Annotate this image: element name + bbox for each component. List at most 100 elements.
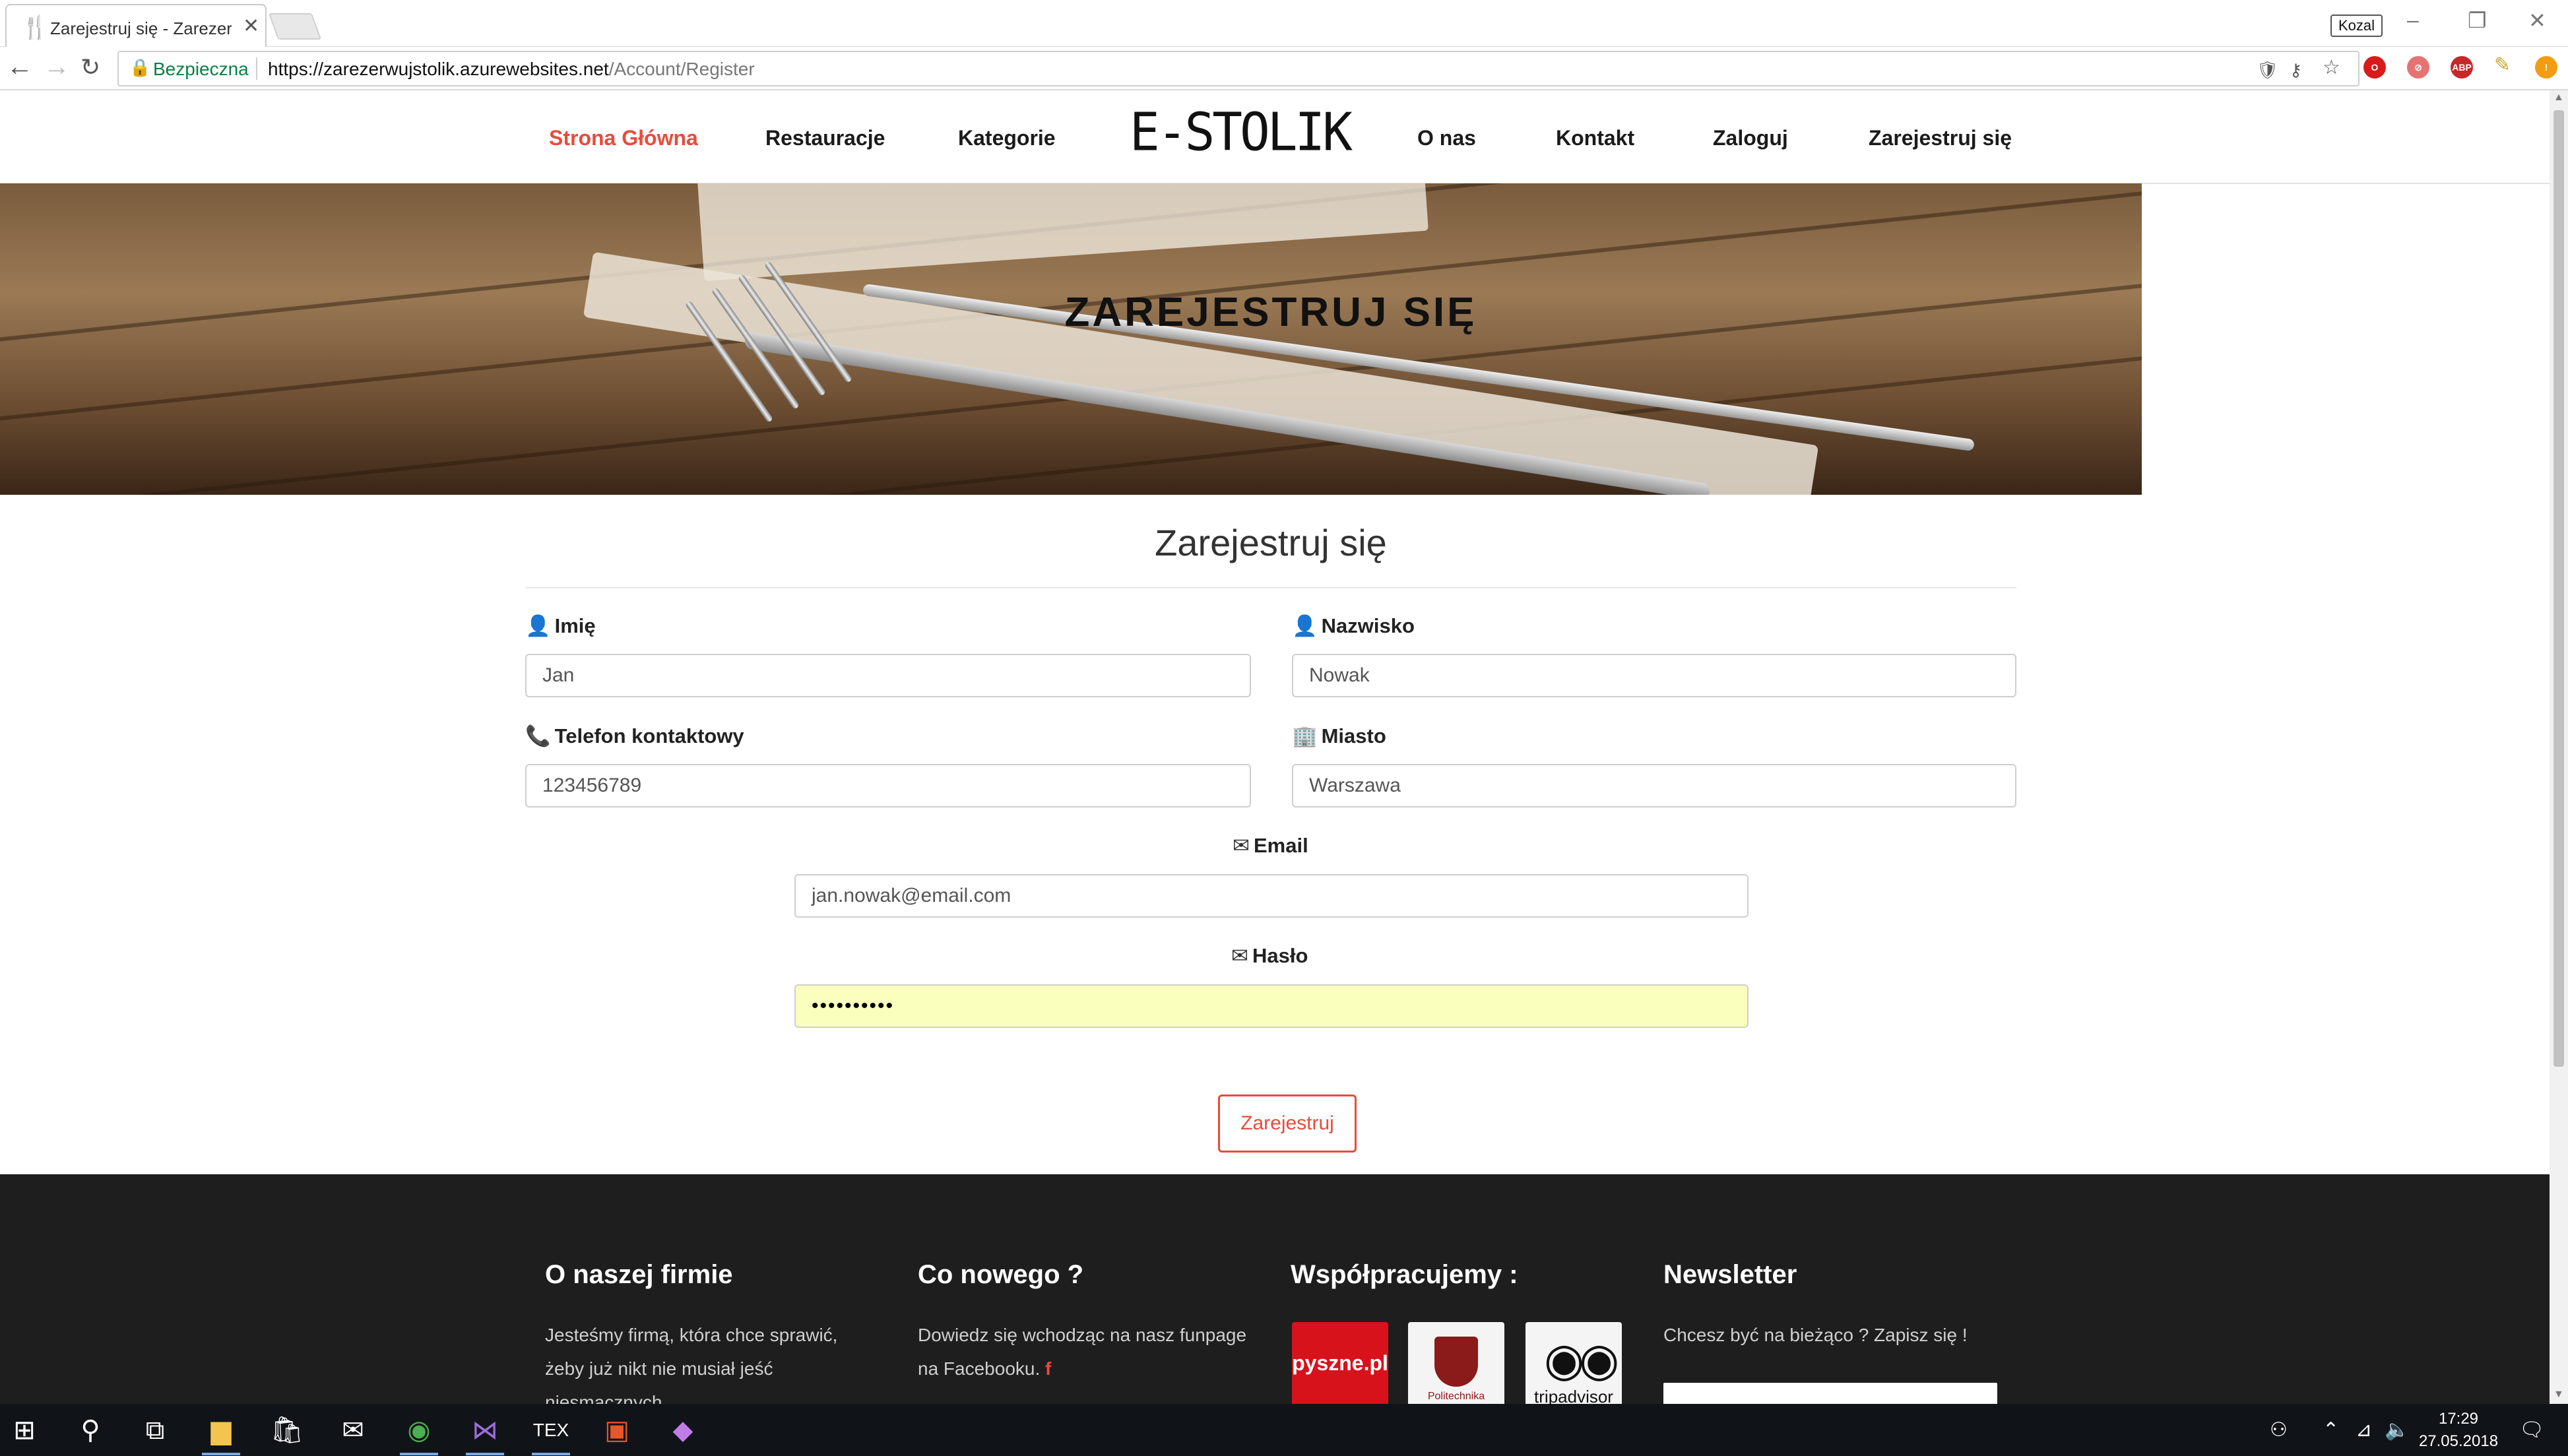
tab-strip: 🍴 Zarejestruj się - Zarezerwuj stolik ✕ …	[0, 0, 2568, 47]
tex-editor-icon[interactable]: TEX	[528, 1413, 574, 1455]
password-input[interactable]: ••••••••••	[794, 984, 1749, 1028]
opera-extension-icon[interactable]: O	[2363, 56, 2386, 79]
windows-taskbar: ⊞ ⚲ ⧉ ▆ 🛍 ✉ ◉ ⋈ TEX ▣ ◆ ⚇ ⌃ ⊿ 🔈 17:29 27…	[0, 1404, 2568, 1456]
nav-categories[interactable]: Kategorie	[958, 126, 1056, 150]
search-icon[interactable]: ⚲	[67, 1413, 113, 1447]
footer-about-heading: O naszej firmie	[545, 1260, 733, 1289]
first-name-input[interactable]: Jan	[525, 654, 1251, 697]
phone-input[interactable]: 123456789	[525, 764, 1251, 807]
file-explorer-icon[interactable]: ▆	[198, 1413, 244, 1455]
blocker-extension-icon[interactable]: ⊘	[2407, 56, 2429, 79]
email-input[interactable]: jan.nowak@email.com	[794, 874, 1749, 918]
nav-login[interactable]: Zaloguj	[1713, 126, 1788, 150]
notifications-icon[interactable]: 🗨	[2519, 1418, 2544, 1441]
last-name-input[interactable]: Nowak	[1292, 654, 2016, 697]
restore-icon[interactable]: ❐	[2468, 8, 2487, 33]
scroll-up-icon[interactable]: ▲	[2553, 92, 2564, 104]
clock-date: 27.05.2018	[2418, 1432, 2499, 1450]
partner-tripadvisor-label: tripadvisor	[1534, 1387, 1613, 1404]
lock-icon: 🔒	[129, 57, 151, 77]
password-label-text: Hasło	[1252, 944, 1308, 967]
window-close-icon[interactable]: ✕	[2528, 8, 2546, 33]
new-tab-button[interactable]	[268, 13, 322, 40]
clock-time: 17:29	[2438, 1410, 2479, 1428]
city-input[interactable]: Warszawa	[1292, 764, 2016, 807]
city-label: 🏢 Miasto	[1292, 724, 1386, 748]
office-icon[interactable]: ▣	[594, 1413, 640, 1447]
partner-tripadvisor-logo[interactable]: ◉◉ tripadvisor	[1525, 1322, 1622, 1404]
footer-news-text: Dowiedz się wchodząc na nasz funpage na …	[918, 1325, 1247, 1379]
page-scrollbar[interactable]: ▲ ▼	[2550, 90, 2568, 1404]
secure-label: Bezpieczna	[153, 59, 249, 79]
address-separator	[256, 57, 257, 80]
browser-tab[interactable]: 🍴 Zarejestruj się - Zarezerwuj stolik ✕	[5, 4, 267, 47]
footer-news-block: Dowiedz się wchodząc na nasz funpage na …	[918, 1318, 1261, 1385]
chrome-icon[interactable]: ◉	[396, 1413, 442, 1455]
nav-register[interactable]: Zarejestruj się	[1869, 126, 2012, 150]
network-icon[interactable]: ⊿	[2356, 1418, 2372, 1441]
user-icon: 👤	[1292, 614, 1318, 637]
cookie-icon[interactable]: 🛡	[2257, 60, 2278, 80]
phone-label-text: Telefon kontaktowy	[554, 724, 744, 747]
adblock-extension-icon[interactable]: ABP	[2451, 56, 2473, 79]
footer-newsletter-heading: Newsletter	[1663, 1260, 1797, 1289]
tray-expand-icon[interactable]: ⌃	[2323, 1418, 2339, 1441]
reload-icon[interactable]: ↻	[80, 53, 100, 81]
site-logo[interactable]: E-STOLIK	[1130, 101, 1353, 162]
form-divider	[525, 587, 2016, 588]
taskbar-clock[interactable]: 17:29 27.05.2018	[2399, 1408, 2518, 1453]
footer-news-heading: Co nowego ?	[918, 1260, 1084, 1289]
profile-badge[interactable]: Kozal	[2330, 15, 2383, 37]
mail-icon[interactable]: ✉	[330, 1413, 376, 1447]
city-label-text: Miasto	[1321, 724, 1386, 747]
back-icon[interactable]: ←	[7, 52, 33, 82]
last-name-label-text: Nazwisko	[1321, 614, 1415, 637]
scroll-down-icon[interactable]: ▼	[2553, 1389, 2564, 1401]
url-text: https://zarezerwujstolik.azurewebsites.n…	[268, 59, 755, 80]
key-icon[interactable]: ⚷	[2290, 60, 2302, 80]
minimize-icon[interactable]: –	[2407, 8, 2419, 32]
warning-extension-icon[interactable]: !	[2535, 56, 2557, 79]
nav-restaurants[interactable]: Restauracje	[765, 126, 885, 150]
nav-home[interactable]: Strona Główna	[549, 126, 698, 150]
crest-icon	[1434, 1337, 1478, 1387]
partner-politechnika-logo[interactable]: Politechnika	[1408, 1322, 1504, 1404]
footer-about-text: Jesteśmy firmą, która chce sprawić, żeby…	[545, 1325, 838, 1404]
task-view-icon[interactable]: ⧉	[132, 1413, 178, 1447]
first-name-label: 👤 Imię	[525, 614, 596, 638]
star-icon[interactable]: ☆	[2323, 56, 2340, 79]
pen-extension-icon[interactable]: ✎	[2494, 53, 2511, 77]
partner-pyszne-logo[interactable]: pyszne.pl	[1292, 1322, 1388, 1404]
people-icon[interactable]: ⚇	[2270, 1418, 2288, 1441]
hero-plate	[696, 183, 1428, 282]
partner-politechnika-label: Politechnika	[1427, 1391, 1485, 1402]
form-title: Zarejestruj się	[1155, 522, 1387, 563]
facebook-icon[interactable]: f	[1045, 1358, 1051, 1379]
forward-icon[interactable]: →	[44, 52, 70, 82]
site-navbar: Strona Główna Restauracje Kategorie E-ST…	[0, 90, 2550, 184]
tab-close-icon[interactable]: ✕	[243, 15, 259, 38]
fork-knife-icon: 🍴	[21, 15, 49, 40]
newsletter-email-input[interactable]	[1663, 1383, 1997, 1404]
scroll-thumb[interactable]	[2553, 110, 2564, 1067]
phone-icon: 📞	[525, 724, 551, 747]
store-icon[interactable]: 🛍	[264, 1413, 310, 1447]
owl-icon: ◉◉	[1544, 1334, 1619, 1385]
nav-contact[interactable]: Kontakt	[1556, 126, 1634, 150]
register-submit-button[interactable]: Zarejestruj	[1218, 1094, 1357, 1153]
windows-start-icon[interactable]: ⊞	[1, 1413, 48, 1447]
envelope-icon: ✉	[1233, 834, 1250, 857]
email-label: ✉ Email	[1233, 834, 1308, 858]
visual-studio-icon[interactable]: ⋈	[462, 1413, 508, 1455]
nav-about[interactable]: O nas	[1417, 126, 1476, 150]
hero-banner	[0, 183, 2142, 495]
footer-partners-heading: Współpracujemy :	[1291, 1260, 1518, 1289]
url-host: https://zarezerwujstolik.azurewebsites.n…	[268, 59, 609, 79]
envelope-icon: ✉	[1231, 944, 1248, 967]
address-bar[interactable]: 🔒 Bezpieczna https://zarezerwujstolik.az…	[117, 51, 2359, 86]
phone-label: 📞 Telefon kontaktowy	[525, 724, 744, 748]
building-icon: 🏢	[1292, 724, 1318, 747]
tab-title: Zarejestruj się - Zarezerwuj stolik	[50, 18, 232, 38]
password-label: ✉ Hasło	[1231, 944, 1308, 968]
paint-3d-icon[interactable]: ◆	[660, 1413, 706, 1447]
